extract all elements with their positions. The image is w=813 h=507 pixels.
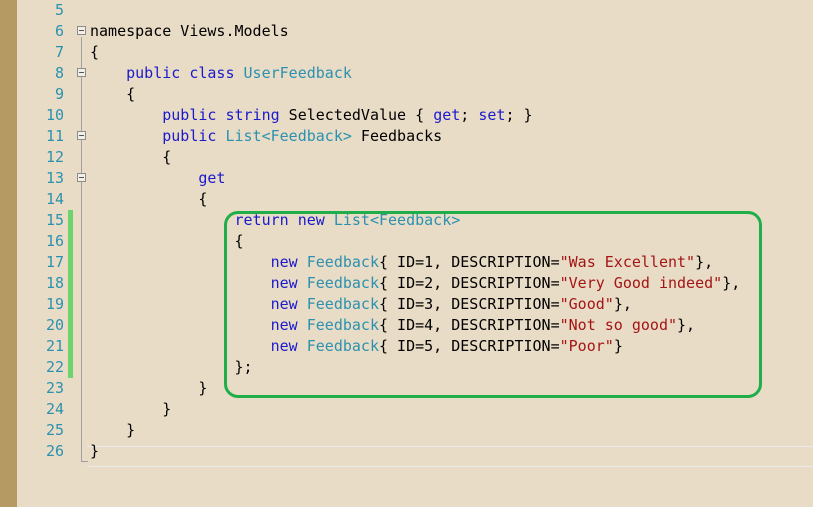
line-number: 24 — [45, 400, 64, 418]
code-line[interactable]: 10 public string SelectedValue { get; se… — [0, 105, 813, 126]
code-token: set — [478, 106, 506, 124]
code-token: class — [189, 64, 235, 82]
code-token: ; } — [505, 106, 533, 124]
line-number: 26 — [45, 442, 64, 460]
line-number: 20 — [45, 316, 64, 334]
line-number: 14 — [45, 190, 64, 208]
code-line[interactable]: 24 } — [0, 399, 813, 420]
code-token: Feedbacks — [351, 127, 443, 145]
code-token: } — [90, 421, 136, 439]
code-line[interactable]: 11 public List<Feedback> Feedbacks — [0, 126, 813, 147]
code-token: { — [90, 148, 172, 166]
code-token: get — [198, 169, 226, 187]
line-number: 10 — [45, 106, 64, 124]
code-text: { — [90, 42, 99, 63]
code-token: { — [90, 43, 100, 61]
code-token: string — [225, 106, 280, 124]
line-number: 16 — [45, 232, 64, 250]
code-editor[interactable]: 5 6 namespace Views.Models 7{8 public class… — [0, 0, 813, 507]
code-token: SelectedValue { — [279, 106, 434, 124]
line-number: 11 — [45, 127, 64, 145]
line-number: 22 — [45, 358, 64, 376]
line-number: 12 — [45, 148, 64, 166]
line-number: 21 — [45, 337, 64, 355]
code-line[interactable]: 9 { — [0, 84, 813, 105]
code-token: { — [90, 190, 208, 208]
line-number: 8 — [54, 64, 64, 82]
code-line[interactable]: 6 namespace Views.Models — [0, 21, 813, 42]
change-indicator — [68, 357, 73, 378]
line-number: 15 — [45, 211, 64, 229]
change-indicator — [68, 210, 73, 231]
code-token: namespace Views.Models — [90, 22, 289, 40]
code-text: } — [90, 441, 99, 462]
code-token: List — [225, 127, 262, 145]
code-token: } — [90, 379, 208, 397]
change-indicator — [68, 336, 73, 357]
code-text: } — [90, 420, 135, 441]
code-token: UserFeedback — [243, 64, 352, 82]
code-text: public List<Feedback> Feedbacks — [90, 126, 442, 147]
code-token: Feedback — [270, 127, 343, 145]
code-line[interactable]: 13 get — [0, 168, 813, 189]
code-token: > — [342, 127, 352, 145]
collapse-toggle-icon[interactable] — [77, 131, 86, 140]
code-text: } — [90, 399, 171, 420]
collapse-toggle-icon[interactable] — [77, 68, 86, 77]
code-text: namespace Views.Models — [90, 21, 289, 42]
change-indicator — [68, 294, 73, 315]
code-text: { — [90, 189, 207, 210]
code-line[interactable]: 14 { — [0, 189, 813, 210]
code-token: ; — [460, 106, 479, 124]
code-token: { — [90, 85, 136, 103]
change-indicator — [68, 273, 73, 294]
code-token: { — [90, 232, 244, 250]
code-line[interactable]: 8 public class UserFeedback — [0, 63, 813, 84]
code-text: { — [90, 231, 244, 252]
line-number: 23 — [45, 379, 64, 397]
code-text: public class UserFeedback — [90, 63, 352, 84]
collapse-toggle-icon[interactable] — [77, 26, 86, 35]
code-line[interactable]: 12 { — [0, 147, 813, 168]
line-number: 5 — [54, 1, 64, 19]
code-line[interactable]: 7{ — [0, 42, 813, 63]
code-token: public — [126, 64, 181, 82]
code-text: { — [90, 84, 135, 105]
line-number: 6 — [54, 22, 64, 40]
code-token: get — [433, 106, 461, 124]
code-token: public — [162, 106, 217, 124]
annotation-highlight-box — [224, 211, 762, 398]
change-indicator — [68, 231, 73, 252]
collapse-toggle-icon[interactable] — [77, 173, 86, 182]
line-number: 19 — [45, 295, 64, 313]
code-token: } — [90, 442, 100, 460]
code-line[interactable]: 25 } — [0, 420, 813, 441]
code-token: } — [90, 400, 172, 418]
code-text: public string SelectedValue { get; set; … — [90, 105, 533, 126]
change-indicator — [68, 252, 73, 273]
line-number: 7 — [54, 43, 64, 61]
line-number: 18 — [45, 274, 64, 292]
line-number: 25 — [45, 421, 64, 439]
line-number: 9 — [54, 85, 64, 103]
code-token: < — [261, 127, 271, 145]
code-text: { — [90, 147, 171, 168]
change-indicator — [68, 315, 73, 336]
code-text: get — [90, 168, 225, 189]
line-number: 13 — [45, 169, 64, 187]
code-token: public — [162, 127, 217, 145]
code-text: } — [90, 378, 207, 399]
line-number: 17 — [45, 253, 64, 271]
code-line[interactable]: 5 — [0, 0, 813, 21]
code-line[interactable]: 26} — [0, 441, 813, 462]
